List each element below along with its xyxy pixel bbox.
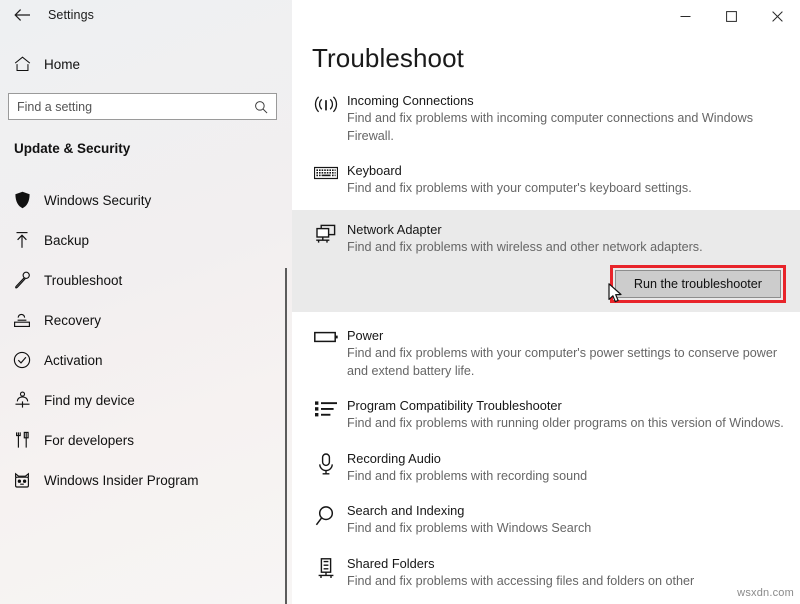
sidebar-item-label: Windows Insider Program — [44, 472, 199, 488]
list-icon — [305, 397, 347, 433]
item-title: Keyboard — [347, 163, 402, 178]
sidebar-item-label: Home — [44, 56, 81, 72]
wrench-icon — [0, 271, 44, 289]
troubleshooter-item-incoming-connections[interactable]: Incoming Connections Find and fix proble… — [292, 88, 800, 149]
sidebar-titlebar: Settings — [0, 0, 292, 30]
item-description: Find and fix problems with recording sou… — [347, 468, 588, 483]
item-title: Power — [347, 328, 384, 343]
troubleshooter-item-text: Power Find and fix problems with your co… — [347, 327, 800, 380]
search-input[interactable] — [9, 94, 246, 119]
item-description: Find and fix problems with running older… — [347, 416, 784, 430]
item-description: Find and fix problems with your computer… — [347, 346, 778, 378]
battery-icon — [305, 327, 347, 380]
item-description: Find and fix problems with incoming comp… — [347, 111, 753, 143]
location-person-icon — [0, 391, 44, 409]
troubleshooter-item-shared-folders[interactable]: Shared Folders Find and fix problems wit… — [292, 551, 800, 595]
run-troubleshooter-button[interactable]: Run the troubleshooter — [614, 270, 781, 298]
item-title: Search and Indexing — [347, 503, 465, 518]
magnifier-icon — [305, 502, 347, 538]
insider-cat-icon — [0, 472, 44, 489]
app-title: Settings — [48, 8, 94, 22]
troubleshooter-item-program-compatibility[interactable]: Program Compatibility Troubleshooter Fin… — [292, 393, 800, 437]
back-arrow-icon[interactable] — [0, 0, 44, 30]
sidebar-item-label: Find my device — [44, 392, 135, 408]
search-icon[interactable] — [246, 94, 276, 119]
troubleshooter-item-search-and-indexing[interactable]: Search and Indexing Find and fix problem… — [292, 498, 800, 542]
keyboard-icon — [305, 162, 347, 198]
item-title: Recording Audio — [347, 450, 441, 466]
close-button[interactable] — [754, 0, 800, 32]
sidebar-scrollbar[interactable] — [282, 0, 290, 604]
network-adapter-icon — [305, 221, 347, 257]
item-description: Find and fix problems with your computer… — [347, 181, 692, 195]
shared-folder-icon — [305, 555, 347, 591]
main-content: Troubleshoot Incoming Connections Find a… — [292, 0, 800, 604]
sidebar-item-label: Troubleshoot — [44, 272, 123, 288]
sidebar-item-label: Recovery — [44, 312, 102, 328]
check-circle-icon — [0, 351, 44, 369]
item-title: Program Compatibility Troubleshooter — [347, 398, 562, 413]
page-title: Troubleshoot — [312, 43, 464, 73]
sidebar-item-label: For developers — [44, 432, 135, 448]
troubleshooter-item-text: Network Adapter Find and fix problems wi… — [347, 221, 800, 257]
search-box[interactable] — [8, 93, 277, 120]
item-description: Find and fix problems with Windows Searc… — [347, 521, 592, 535]
troubleshooter-item-text: Recording Audio Find and fix problems wi… — [347, 450, 800, 486]
sidebar-section-title: Update & Security — [14, 141, 131, 156]
item-title: Network Adapter — [347, 221, 442, 237]
sidebar-item-for-developers[interactable]: For developers — [0, 420, 285, 460]
troubleshooter-item-network-adapter[interactable]: Network Adapter Find and fix problems wi… — [292, 209, 800, 258]
troubleshooter-list: Incoming Connections Find and fix proble… — [292, 88, 800, 594]
troubleshooter-item-text: Keyboard Find and fix problems with your… — [347, 162, 800, 198]
minimize-button[interactable] — [662, 0, 708, 32]
home-icon — [0, 56, 44, 72]
troubleshooter-action-row: Run the troubleshooter — [292, 258, 800, 312]
upload-arrow-icon — [0, 231, 44, 249]
recovery-icon — [0, 312, 44, 328]
sidebar-item-recovery[interactable]: Recovery — [0, 300, 285, 340]
sidebar-item-label: Windows Security — [44, 192, 152, 208]
watermark: wsxdn.com — [737, 587, 794, 599]
window-controls — [662, 0, 800, 32]
sidebar-item-find-my-device[interactable]: Find my device — [0, 380, 285, 420]
maximize-button[interactable] — [708, 0, 754, 32]
sidebar: Settings Home Update & Security — [0, 0, 292, 604]
troubleshooter-group-network-adapter: Network Adapter Find and fix problems wi… — [292, 209, 800, 312]
sidebar-item-windows-insider-program[interactable]: Windows Insider Program — [0, 460, 285, 500]
tools-icon — [0, 431, 44, 449]
sidebar-item-home[interactable]: Home — [0, 50, 280, 78]
sidebar-item-label: Backup — [44, 232, 90, 248]
sidebar-nav-list: Windows Security Backup Troubleshoot Rec… — [0, 180, 285, 500]
broadcast-signal-icon — [305, 92, 347, 145]
troubleshooter-item-power[interactable]: Power Find and fix problems with your co… — [292, 323, 800, 384]
item-description: Find and fix problems with wireless and … — [347, 239, 703, 254]
troubleshooter-item-text: Incoming Connections Find and fix proble… — [347, 92, 800, 145]
sidebar-item-backup[interactable]: Backup — [0, 220, 285, 260]
item-title: Shared Folders — [347, 555, 435, 571]
troubleshooter-item-text: Shared Folders Find and fix problems wit… — [347, 555, 800, 591]
shield-icon — [0, 191, 44, 209]
item-title: Incoming Connections — [347, 93, 474, 108]
action-container: Run the troubleshooter — [292, 258, 800, 312]
troubleshooter-item-recording-audio[interactable]: Recording Audio Find and fix problems wi… — [292, 446, 800, 490]
scrollbar-thumb[interactable] — [285, 268, 287, 604]
troubleshooter-item-text: Search and Indexing Find and fix problem… — [347, 502, 800, 538]
troubleshooter-item-text: Program Compatibility Troubleshooter Fin… — [347, 397, 800, 433]
sidebar-item-label: Activation — [44, 352, 103, 368]
highlight-box: Run the troubleshooter — [609, 265, 786, 303]
microphone-icon — [305, 450, 347, 486]
item-description: Find and fix problems with accessing fil… — [347, 573, 695, 588]
sidebar-item-activation[interactable]: Activation — [0, 340, 285, 380]
sidebar-item-troubleshoot[interactable]: Troubleshoot — [0, 260, 285, 300]
sidebar-item-windows-security[interactable]: Windows Security — [0, 180, 285, 220]
troubleshooter-item-keyboard[interactable]: Keyboard Find and fix problems with your… — [292, 158, 800, 202]
settings-window: Settings Home Update & Security — [0, 0, 800, 604]
